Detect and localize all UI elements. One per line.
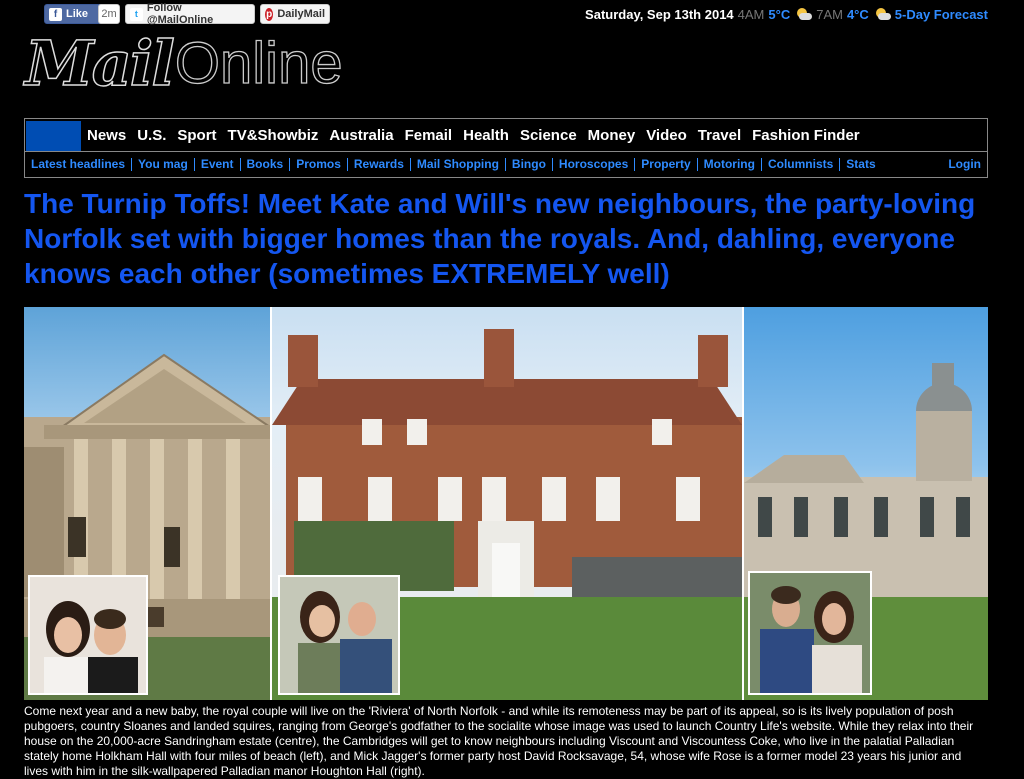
weather-time-2: 7AM [816, 7, 843, 22]
subnav-promos[interactable]: Promos [289, 158, 347, 171]
nav-item-science[interactable]: Science [520, 127, 577, 144]
houghton-hall-photo [744, 307, 988, 700]
partly-cloudy-icon [794, 8, 813, 21]
article-headline: The Turnip Toffs! Meet Kate and Will's n… [24, 188, 976, 289]
nav-item-tvshowbiz[interactable]: TV&Showbiz [228, 127, 319, 144]
dateline-weather: Saturday, Sep 13th 2014 4AM 5°C 7AM 4°C … [585, 7, 988, 22]
nav-item-news[interactable]: News [87, 127, 126, 144]
logo-online: Online [174, 31, 343, 96]
subnav-columnists[interactable]: Columnists [760, 158, 839, 171]
subnav-bingo[interactable]: Bingo [504, 158, 552, 171]
main-nav: News U.S. Sport TV&Showbiz Australia Fem… [24, 118, 988, 152]
pinterest-follow-button[interactable]: p DailyMail [260, 4, 330, 24]
nav-item-money[interactable]: Money [588, 127, 636, 144]
kate-and-william-photo [278, 575, 400, 695]
top-bar: f Like 2m t Follow @MailOnline p DailyMa… [0, 0, 1024, 28]
article-image [24, 307, 988, 700]
subnav-stats[interactable]: Stats [839, 158, 881, 171]
nav-item-femail[interactable]: Femail [405, 127, 453, 144]
nav-item-sport[interactable]: Sport [177, 127, 216, 144]
twitter-icon: t [130, 7, 143, 21]
pinterest-follow-label: DailyMail [277, 8, 325, 20]
subnav-property[interactable]: Property [634, 158, 696, 171]
twitter-follow-label: Follow @MailOnline [146, 2, 214, 26]
subnav-rewards[interactable]: Rewards [346, 158, 410, 171]
logo-mail: Mail [24, 27, 175, 100]
twitter-follow-button[interactable]: t Follow @MailOnline [125, 2, 255, 26]
current-date: Saturday, Sep 13th 2014 [585, 7, 734, 22]
subnav-mail-shopping[interactable]: Mail Shopping [409, 158, 505, 171]
subnav-event[interactable]: Event [193, 158, 240, 171]
nav-home-tab[interactable] [26, 120, 81, 151]
subnav-you-mag[interactable]: You mag [131, 158, 194, 171]
nav-item-us[interactable]: U.S. [137, 127, 166, 144]
weather-time-1: 4AM [737, 7, 765, 22]
nav-item-fashion-finder[interactable]: Fashion Finder [752, 127, 860, 144]
weather-temp-2[interactable]: 4°C [847, 7, 869, 22]
subnav-horoscopes[interactable]: Horoscopes [551, 158, 634, 171]
anmer-hall-photo [272, 307, 742, 700]
site-logo[interactable]: Mail Online [24, 27, 343, 100]
facebook-icon: f [49, 7, 62, 21]
nav-item-video[interactable]: Video [646, 127, 687, 144]
subnav-latest-headlines[interactable]: Latest headlines [25, 158, 131, 171]
nav-item-australia[interactable]: Australia [329, 127, 393, 144]
facebook-like-label: Like [66, 8, 89, 20]
login-link[interactable]: Login [942, 158, 987, 171]
nav-item-health[interactable]: Health [463, 127, 509, 144]
rocksavage-couple-photo [748, 571, 872, 695]
subnav-motoring[interactable]: Motoring [696, 158, 761, 171]
five-day-forecast-link[interactable]: 5-Day Forecast [895, 7, 988, 22]
weather-temp-1[interactable]: 5°C [768, 7, 790, 22]
nav-item-travel[interactable]: Travel [698, 127, 741, 144]
pinterest-icon: p [265, 7, 274, 21]
partly-cloudy-icon [873, 8, 891, 21]
facebook-like-count: 2m [98, 4, 120, 24]
subnav-books[interactable]: Books [239, 158, 290, 171]
viscount-coke-couple-photo [28, 575, 148, 695]
sub-nav: Latest headlines You mag Event Books Pro… [24, 151, 988, 178]
holkham-hall-photo [24, 307, 270, 700]
